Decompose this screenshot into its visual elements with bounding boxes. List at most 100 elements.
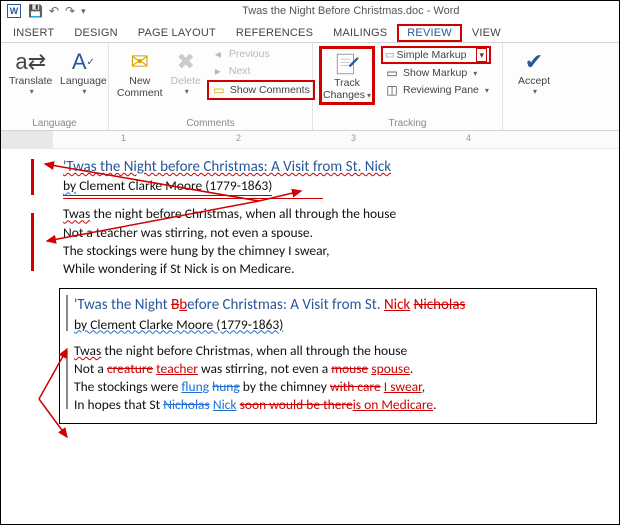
new-comment-button[interactable]: ✉ New Comment	[115, 46, 165, 101]
chevron-down-icon: ▾	[30, 88, 34, 97]
markup-mode-dropdown[interactable]: ▭ Simple Markup ▾	[381, 46, 491, 64]
inset-l4-del1: Nicholas	[163, 396, 210, 413]
tab-page-layout[interactable]: PAGE LAYOUT	[128, 24, 226, 42]
window-title: Twas the Night Before Christmas.doc - Wo…	[89, 5, 613, 17]
ruler-mark: 1	[121, 133, 126, 143]
group-language-label: Language	[7, 117, 102, 129]
qat-dropdown-icon[interactable]: ▾	[81, 6, 86, 17]
delete-comment-icon: ✖	[176, 48, 194, 76]
markup-mode-value: Simple Markup	[396, 49, 476, 61]
inset-title-a: 'Twas the Night	[74, 296, 171, 314]
language-label: Language	[60, 76, 107, 88]
language-button[interactable]: A✓ Language ▾	[58, 46, 108, 98]
new-comment-label-2: Comment	[117, 88, 163, 100]
inset-l1-rest: the night before Christmas, when all thr…	[101, 342, 407, 359]
doc-line-2: Not a teacher was stirring, not even a s…	[63, 224, 599, 242]
inset-l2-ins2: spouse	[371, 360, 410, 377]
new-comment-label-1: New	[129, 76, 150, 88]
change-bar[interactable]	[31, 213, 34, 271]
inset-l3-del: hung	[212, 378, 240, 395]
tab-view[interactable]: VIEW	[462, 24, 511, 42]
chevron-down-icon: ▾	[82, 88, 86, 97]
reviewing-pane-icon: ◫	[385, 83, 399, 97]
inset-line-4: In hopes that St Nicholas Nick soon woul…	[74, 396, 586, 414]
inset-l4-ins2: is on Medicare	[353, 396, 433, 413]
chevron-down-icon: ▾	[533, 88, 537, 97]
change-bar[interactable]	[66, 351, 68, 409]
next-label: Next	[229, 65, 251, 77]
doc-l1-first: Twas	[63, 205, 90, 222]
inset-l2-del2: mouse	[331, 360, 368, 377]
track-changes-button[interactable]: Track Changes▾	[319, 46, 375, 105]
show-markup-icon: ▭	[385, 66, 399, 80]
all-markup-inset: 'Twas the Night Bbefore Christmas: A Vis…	[59, 288, 597, 423]
document-area[interactable]: 'Twas the Night before Christmas: A Visi…	[1, 149, 619, 434]
translate-button[interactable]: a⇄ Translate ▾	[7, 46, 54, 98]
tab-review[interactable]: REVIEW	[397, 24, 462, 42]
inset-title-ins: b	[179, 296, 187, 314]
previous-comment-button[interactable]: ◂ Previous	[207, 46, 315, 62]
inset-l4-ins1: Nick	[213, 396, 237, 413]
inset-author-text: by Clement Clarke Moore (1779-1863)	[74, 316, 283, 333]
chevron-down-icon: ▾	[367, 91, 371, 100]
show-markup-label: Show Markup	[403, 67, 467, 79]
author-dates: (1779-1863)	[205, 177, 272, 194]
change-bar[interactable]	[66, 295, 68, 331]
doc-author-line: by Clement Clarke Moore (1779-1863)	[63, 177, 599, 196]
inset-l3-c: ,	[422, 378, 425, 395]
inset-l2-b: was stirring, not even a	[198, 360, 331, 377]
chevron-down-icon: ▾	[473, 69, 477, 78]
doc-line-1: Twas the night before Christmas, when al…	[63, 205, 599, 223]
next-icon: ▸	[211, 64, 225, 78]
inset-l3-ins2: I swear	[384, 378, 422, 395]
accept-button[interactable]: ✔ Accept ▾	[509, 46, 559, 98]
show-markup-button[interactable]: ▭ Show Markup ▾	[381, 65, 493, 81]
inset-l4-c: .	[433, 396, 436, 413]
chevron-down-icon: ▾	[185, 88, 189, 97]
ruler[interactable]: 1 2 3 4	[1, 131, 619, 149]
ruler-mark: 2	[236, 133, 241, 143]
ribbon: a⇄ Translate ▾ A✓ Language ▾ Language ✉ …	[1, 43, 619, 131]
tab-design[interactable]: DESIGN	[64, 24, 127, 42]
inset-title-nicholas: Nicholas	[414, 296, 466, 314]
tab-insert[interactable]: INSERT	[3, 24, 64, 42]
doc-line-3: The stockings were hung by the chimney I…	[63, 242, 599, 260]
show-comments-label: Show Comments	[230, 84, 310, 96]
inset-line-3: The stockings were flung hung by the chi…	[74, 378, 586, 396]
inset-l2-ins1: teacher	[156, 360, 198, 377]
inset-l4-del2: soon would be there	[240, 396, 353, 413]
inset-l2-a: Not a	[74, 360, 107, 377]
inset-l4-a: In hopes that St	[74, 396, 163, 413]
show-comments-button[interactable]: ▭ Show Comments	[207, 80, 315, 100]
author-by: by	[63, 177, 76, 194]
inset-l2-del1: creature	[107, 360, 153, 377]
reviewing-pane-button[interactable]: ◫ Reviewing Pane ▾	[381, 82, 493, 98]
change-bar[interactable]	[31, 159, 34, 195]
translate-label: Translate	[9, 76, 52, 88]
group-comments: ✉ New Comment ✖ Delete ▾ ◂ Previous ▸ Ne…	[109, 43, 313, 130]
accept-icon: ✔	[525, 48, 543, 76]
undo-icon[interactable]: ↶	[49, 4, 59, 18]
group-changes: ✔ Accept ▾	[503, 43, 565, 130]
previous-label: Previous	[229, 48, 270, 60]
inset-title-nick: Nick	[384, 296, 410, 314]
group-tracking-label: Tracking	[319, 117, 496, 129]
markup-mode-icon: ▭	[385, 50, 394, 61]
new-comment-icon: ✉	[131, 48, 149, 76]
inset-line-2: Not a creature teacher was stirring, not…	[74, 360, 586, 378]
track-changes-label-2: Changes	[323, 89, 365, 101]
chevron-down-icon[interactable]: ▾	[476, 48, 487, 62]
group-comments-label: Comments	[115, 117, 306, 129]
previous-icon: ◂	[211, 47, 225, 61]
save-icon[interactable]: 💾	[28, 4, 43, 18]
tab-mailings[interactable]: MAILINGS	[323, 24, 397, 42]
chevron-down-icon: ▾	[485, 86, 489, 95]
redo-icon[interactable]: ↷	[65, 4, 75, 18]
delete-comment-button[interactable]: ✖ Delete ▾	[169, 46, 203, 98]
next-comment-button[interactable]: ▸ Next	[207, 63, 315, 79]
group-tracking: Track Changes▾ ▭ Simple Markup ▾ ▭ Show …	[313, 43, 503, 130]
doc-title: 'Twas the Night before Christmas: A Visi…	[63, 157, 599, 177]
tab-references[interactable]: REFERENCES	[226, 24, 323, 42]
inset-l1-first: Twas	[74, 342, 101, 359]
horizontal-rule	[63, 198, 323, 199]
